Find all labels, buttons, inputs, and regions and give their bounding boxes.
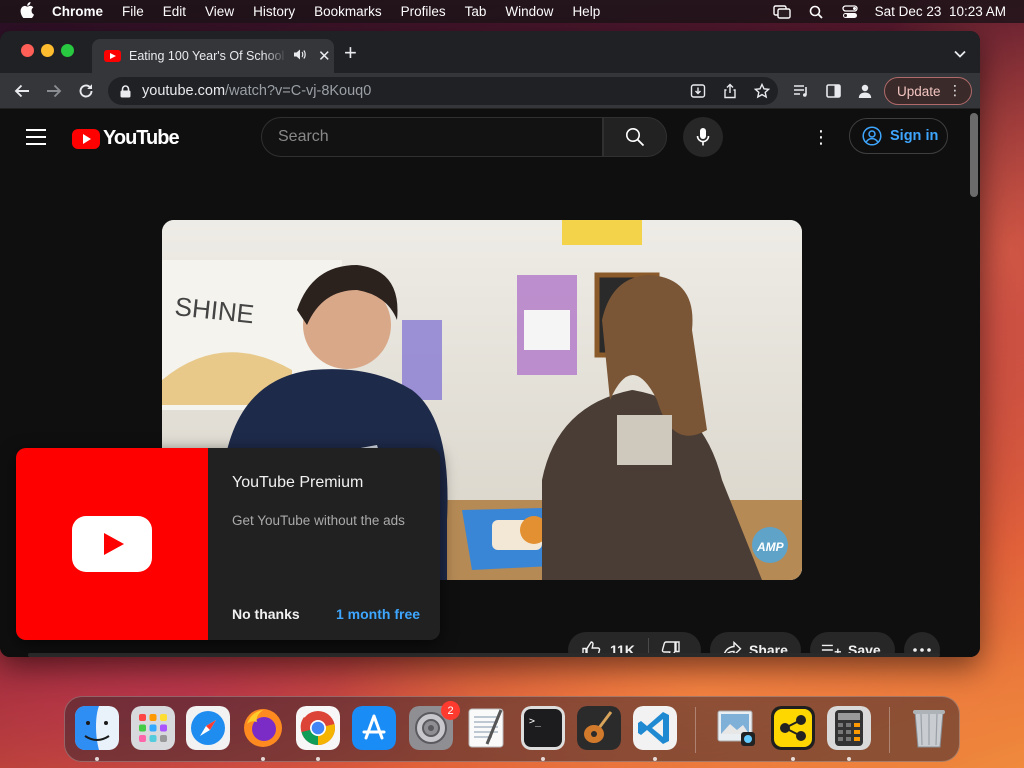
menu-tab[interactable]: Tab <box>465 4 487 19</box>
side-panel-icon[interactable] <box>822 80 844 102</box>
media-controls-icon[interactable] <box>790 80 812 102</box>
voice-search-button[interactable] <box>683 117 723 157</box>
finder-icon[interactable] <box>75 706 119 750</box>
firefox-icon[interactable] <box>241 706 285 750</box>
firefox-running-dot <box>261 757 265 761</box>
premium-subtitle: Get YouTube without the ads <box>232 513 405 528</box>
tab-close-icon[interactable]: ✕ <box>318 47 331 65</box>
search-button[interactable] <box>603 117 667 157</box>
install-app-icon[interactable] <box>688 81 708 101</box>
forward-arrow-icon[interactable] <box>43 80 65 102</box>
screen-mirroring-icon[interactable] <box>772 4 791 19</box>
vscode-running-dot <box>653 757 657 761</box>
yed-icon[interactable] <box>771 706 815 750</box>
premium-artwork <box>16 448 208 640</box>
menu-profiles[interactable]: Profiles <box>401 4 446 19</box>
chrome-update-button[interactable]: Update ⋮ <box>884 77 972 105</box>
youtube-favicon-icon <box>104 50 121 62</box>
sign-in-label: Sign in <box>890 128 939 144</box>
window-minimize-button[interactable] <box>41 44 54 57</box>
app-store-icon[interactable] <box>352 706 396 750</box>
youtube-wordmark: YouTube <box>103 127 180 149</box>
youtube-logo[interactable]: YouTube <box>72 127 180 150</box>
url-text[interactable]: youtube.com/watch?v=C-vj-8Kouq0 <box>142 83 371 99</box>
svg-text:>_: >_ <box>529 716 542 727</box>
browser-toolbar: youtube.com/watch?v=C-vj-8Kouq0 Update ⋮ <box>0 73 980 109</box>
tab-audio-speaker-icon[interactable] <box>293 49 306 63</box>
window-fullscreen-button[interactable] <box>61 44 74 57</box>
dock-separator <box>695 707 696 753</box>
chrome-icon[interactable] <box>296 706 340 750</box>
finder-running-dot <box>95 757 99 761</box>
notification-badge: 2 <box>441 701 460 720</box>
launchpad-icon[interactable] <box>131 706 175 750</box>
spotlight-search-icon[interactable] <box>807 5 825 19</box>
macos-dock: 2 >_ <box>64 696 960 762</box>
safari-icon[interactable] <box>186 706 230 750</box>
new-tab-plus-icon[interactable]: + <box>344 42 357 64</box>
apple-menu-icon[interactable] <box>18 1 36 22</box>
calculator-running-dot <box>847 757 851 761</box>
menu-history[interactable]: History <box>253 4 295 19</box>
share-page-icon[interactable] <box>720 81 740 101</box>
hamburger-menu-icon[interactable] <box>26 129 46 145</box>
search-input[interactable]: Search <box>261 117 603 157</box>
search-placeholder: Search <box>278 128 329 145</box>
tab-title: Eating 100 Year's Of School <box>129 49 285 63</box>
chrome-menu-kebab-icon[interactable]: ⋮ <box>948 82 962 99</box>
sign-in-button[interactable]: Sign in <box>849 118 948 154</box>
bookmark-star-icon[interactable] <box>752 81 772 101</box>
microphone-icon <box>696 127 710 147</box>
menu-file[interactable]: File <box>122 4 144 19</box>
bottom-scroll-indicator <box>28 653 940 657</box>
menu-window[interactable]: Window <box>505 4 553 19</box>
window-close-button[interactable] <box>21 44 34 57</box>
menu-help[interactable]: Help <box>572 4 600 19</box>
control-center-icon[interactable] <box>841 4 859 19</box>
terminal-running-dot <box>541 757 545 761</box>
one-month-free-button[interactable]: 1 month free <box>336 606 420 622</box>
youtube-play-logo-icon <box>72 128 100 149</box>
terminal-icon[interactable]: >_ <box>521 706 565 750</box>
search-icon <box>625 127 645 147</box>
calculator-icon[interactable] <box>827 706 871 750</box>
yed-running-dot <box>791 757 795 761</box>
no-thanks-button[interactable]: No thanks <box>232 606 300 622</box>
youtube-premium-promo: YouTube Premium Get YouTube without the … <box>16 448 440 640</box>
menu-bookmarks[interactable]: Bookmarks <box>314 4 382 19</box>
chrome-running-dot <box>316 757 320 761</box>
menu-app-chrome[interactable]: Chrome <box>52 4 103 19</box>
reload-icon[interactable] <box>75 80 97 102</box>
garageband-icon[interactable] <box>577 706 621 750</box>
address-bar[interactable]: youtube.com/watch?v=C-vj-8Kouq0 <box>108 77 778 105</box>
trash-icon[interactable] <box>907 706 951 750</box>
vscode-icon[interactable] <box>633 706 677 750</box>
more-horizontal-icon <box>913 648 931 652</box>
url-host: youtube.com <box>142 83 226 99</box>
settings-kebab-icon[interactable]: ⋮ <box>812 125 830 149</box>
youtube-large-logo-icon <box>72 516 152 572</box>
tab-search-chevron-icon[interactable] <box>954 45 966 58</box>
page-scrollbar[interactable] <box>970 113 978 197</box>
dock-separator-trash <box>889 707 890 753</box>
browser-tab-active[interactable]: Eating 100 Year's Of School ✕ <box>92 39 334 73</box>
profile-avatar-icon[interactable] <box>854 80 876 102</box>
macos-menubar: Chrome File Edit View History Bookmarks … <box>0 0 1024 23</box>
back-arrow-icon[interactable] <box>11 80 33 102</box>
update-label: Update <box>897 83 941 99</box>
menu-view[interactable]: View <box>205 4 234 19</box>
menubar-clock[interactable]: Sat Dec 23 10:23 AM <box>875 4 1006 19</box>
youtube-masthead: YouTube Search ⋮ Sign in <box>0 109 966 165</box>
channel-watermark: AMP <box>756 540 785 554</box>
premium-title: YouTube Premium <box>232 474 364 491</box>
account-circle-icon <box>862 126 882 146</box>
textedit-icon[interactable] <box>465 706 509 750</box>
lock-icon[interactable] <box>120 84 132 98</box>
preview-icon[interactable] <box>715 706 759 750</box>
url-path: /watch?v=C-vj-8Kouq0 <box>225 83 372 99</box>
tab-strip: Eating 100 Year's Of School ✕ + <box>0 31 980 73</box>
menu-edit[interactable]: Edit <box>163 4 186 19</box>
